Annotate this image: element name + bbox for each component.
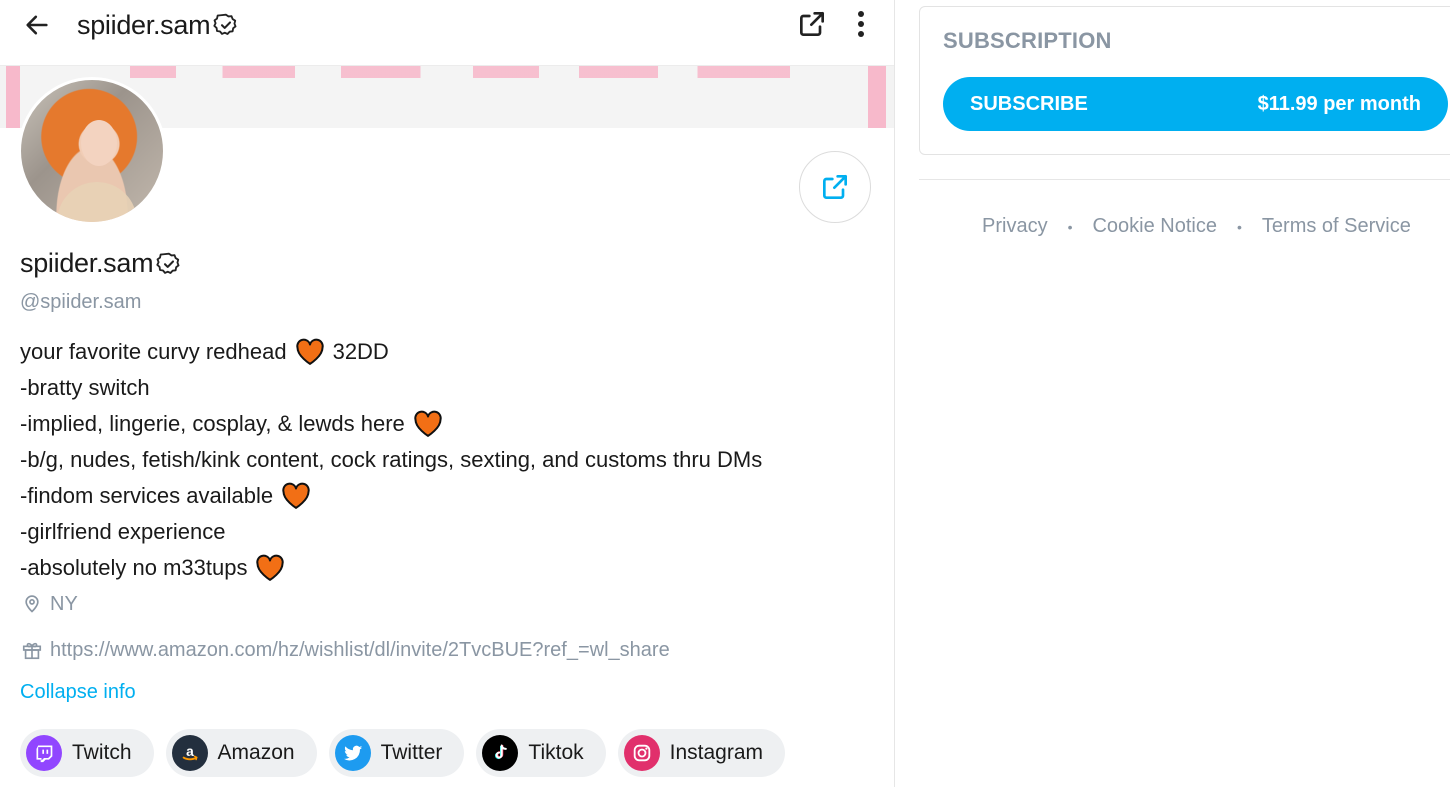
top-bar: spiider.sam [0, 0, 894, 66]
bio-line-text: your favorite curvy redhead [20, 339, 287, 364]
bio-line: -findom services available [20, 478, 762, 514]
avatar-body [57, 182, 137, 222]
profile-bio: your favorite curvy redhead 32DD -bratty… [20, 334, 762, 586]
subscription-title: SUBSCRIPTION [943, 28, 1112, 53]
bio-line: -absolutely no m33tups [20, 550, 762, 586]
footer-separator: • [1237, 218, 1242, 235]
svg-text:a: a [186, 744, 194, 759]
share-profile-button[interactable] [799, 151, 871, 223]
app-root: spiider.sam spiider.sam @spiider.sam you… [0, 0, 1450, 787]
bio-line-text: -findom services available [20, 483, 274, 508]
profile-main-column: spiider.sam spiider.sam @spiider.sam you… [0, 0, 895, 787]
social-chip-twitch[interactable]: Twitch [20, 729, 154, 777]
social-links: Twitch a Amazon Twitter Tiktok Instagram [20, 729, 786, 777]
share-icon [823, 175, 847, 199]
collapse-info-link[interactable]: Collapse info [20, 681, 136, 704]
profile-display-name: spiider.sam [20, 248, 182, 279]
social-chip-twitter[interactable]: Twitter [328, 729, 465, 777]
social-chip-amazon[interactable]: a Amazon [165, 729, 317, 777]
bio-line-text: -girlfriend experience [20, 519, 226, 544]
bio-line: -girlfriend experience [20, 514, 762, 550]
top-bar-username: spiider.sam [77, 9, 211, 40]
orange-heart-icon [255, 554, 285, 582]
subscribe-button-label: SUBSCRIBE [970, 92, 1088, 115]
social-chip-label: Instagram [669, 741, 764, 764]
more-options-button[interactable] [846, 6, 876, 42]
terms-of-service-link[interactable]: Terms of Service [1262, 215, 1411, 238]
profile-handle: @spiider.sam [20, 291, 142, 313]
bio-line: -bratty switch [20, 370, 762, 406]
tiktok-icon [482, 735, 519, 771]
bio-line-suffix: 32DD [332, 339, 389, 364]
cover-banner-lettering [130, 66, 790, 78]
amazon-icon: a [171, 735, 208, 771]
bio-line: -b/g, nudes, fetish/kink content, cock r… [20, 442, 762, 478]
cookie-notice-link[interactable]: Cookie Notice [1092, 215, 1217, 238]
location-row: NY [20, 590, 78, 618]
bio-line-text: -implied, lingerie, cosplay, & lewds her… [20, 411, 405, 436]
social-chip-instagram[interactable]: Instagram [617, 729, 786, 777]
wishlist-link[interactable]: https://www.amazon.com/hz/wishlist/dl/in… [20, 636, 670, 664]
social-chip-label: Amazon [217, 741, 295, 764]
orange-heart-icon [413, 410, 443, 438]
location-text: NY [50, 592, 78, 615]
orange-heart-icon [281, 482, 311, 510]
bio-line-text: -b/g, nudes, fetish/kink content, cock r… [20, 447, 763, 472]
back-button[interactable] [20, 8, 54, 42]
orange-heart-icon [295, 338, 325, 366]
subscription-card: SUBSCRIPTION SUBSCRIBE $11.99 per month [919, 6, 1450, 155]
top-bar-title: spiider.sam [77, 8, 239, 42]
instagram-icon [623, 735, 660, 771]
display-name-text: spiider.sam [20, 248, 154, 278]
twitch-icon [26, 735, 62, 771]
social-chip-tiktok[interactable]: Tiktok [476, 729, 606, 777]
twitter-icon [334, 735, 371, 771]
bio-line: -implied, lingerie, cosplay, & lewds her… [20, 406, 762, 442]
social-chip-label: Tiktok [528, 741, 584, 764]
footer-links: Privacy • Cookie Notice • Terms of Servi… [982, 215, 1411, 238]
verified-badge-icon [213, 12, 239, 38]
avatar-face [81, 120, 117, 166]
subscription-price: $11.99 per month [1257, 92, 1421, 115]
bio-line: your favorite curvy redhead 32DD [20, 334, 762, 370]
verified-badge-icon [156, 251, 182, 277]
privacy-link[interactable]: Privacy [982, 215, 1048, 238]
social-chip-label: Twitter [380, 741, 443, 764]
bio-line-text: -bratty switch [20, 375, 150, 400]
wishlist-url-text: https://www.amazon.com/hz/wishlist/dl/in… [50, 638, 670, 661]
subscribe-button[interactable]: SUBSCRIBE $11.99 per month [943, 77, 1448, 131]
bio-line-text: -absolutely no m33tups [20, 555, 248, 580]
avatar[interactable] [18, 77, 166, 225]
location-pin-icon [20, 593, 44, 615]
arrow-left-icon [26, 15, 48, 35]
social-chip-label: Twitch [72, 741, 132, 764]
share-button-header[interactable] [794, 6, 830, 42]
share-icon [800, 11, 824, 36]
more-vertical-icon [858, 11, 864, 37]
gift-icon [20, 639, 44, 661]
sidebar-divider [919, 179, 1450, 180]
footer-separator: • [1067, 218, 1073, 235]
